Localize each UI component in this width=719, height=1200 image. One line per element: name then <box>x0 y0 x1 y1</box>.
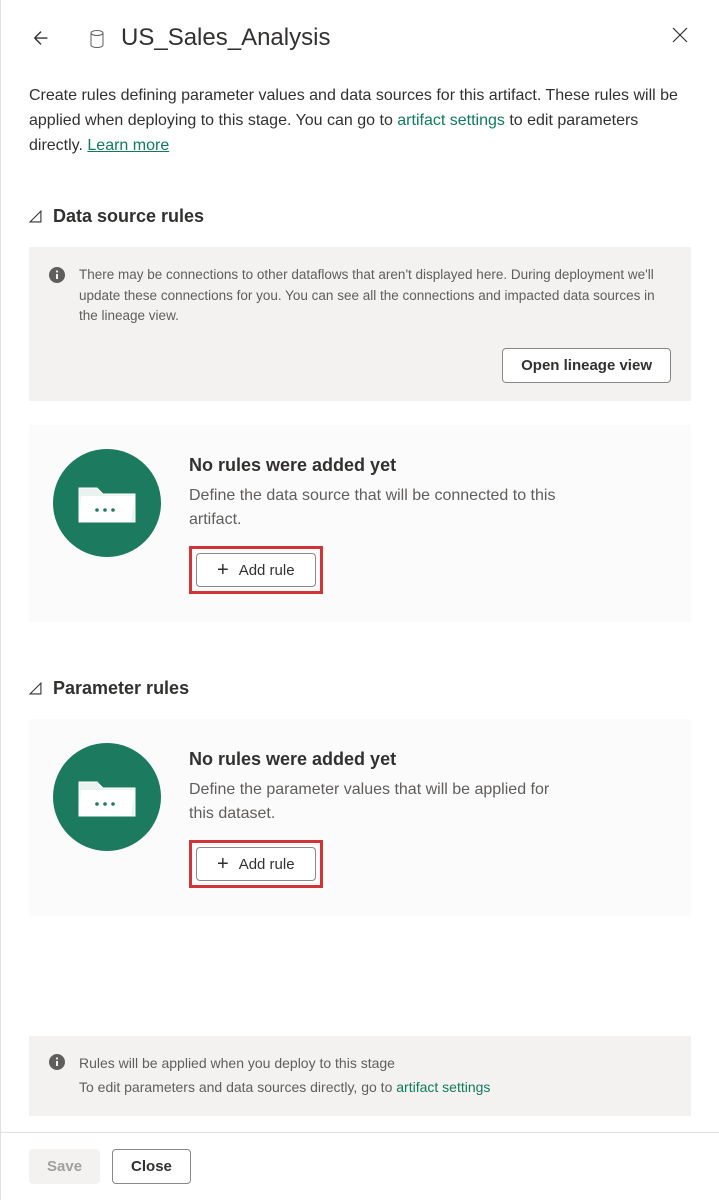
empty-state-description: Define the data source that will be conn… <box>189 484 569 532</box>
footer-info-box: Rules will be applied when you deploy to… <box>29 1036 691 1116</box>
data-source-empty-state: No rules were added yet Define the data … <box>29 425 691 622</box>
save-button[interactable]: Save <box>29 1149 100 1184</box>
section-title: Data source rules <box>53 206 204 227</box>
folder-icon <box>53 449 161 557</box>
bottom-action-bar: Save Close <box>1 1132 719 1200</box>
info-icon <box>49 1054 65 1070</box>
close-icon[interactable] <box>671 26 691 46</box>
artifact-settings-link-footer[interactable]: artifact settings <box>396 1079 490 1095</box>
back-arrow-icon[interactable] <box>29 26 53 50</box>
footer-info-line1: Rules will be applied when you deploy to… <box>79 1052 671 1076</box>
empty-state-description: Define the parameter values that will be… <box>189 778 569 826</box>
add-data-source-rule-button[interactable]: + Add rule <box>196 553 316 587</box>
section-title: Parameter rules <box>53 678 189 699</box>
data-source-rules-header[interactable]: Data source rules <box>29 206 691 227</box>
panel-header: US_Sales_Analysis <box>29 24 691 52</box>
learn-more-link[interactable]: Learn more <box>87 137 169 154</box>
panel-title: US_Sales_Analysis <box>121 24 330 52</box>
panel-description: Create rules defining parameter values a… <box>29 84 691 158</box>
parameter-empty-state: No rules were added yet Define the param… <box>29 719 691 916</box>
plus-icon: + <box>217 854 229 874</box>
add-rule-highlight: + Add rule <box>189 840 323 888</box>
artifact-settings-link[interactable]: artifact settings <box>397 112 505 129</box>
add-parameter-rule-button[interactable]: + Add rule <box>196 847 316 881</box>
parameter-rules-header[interactable]: Parameter rules <box>29 678 691 699</box>
info-text: There may be connections to other datafl… <box>79 265 671 326</box>
collapse-icon <box>29 682 43 696</box>
data-source-info-box: There may be connections to other datafl… <box>29 247 691 401</box>
open-lineage-view-button[interactable]: Open lineage view <box>502 348 671 383</box>
empty-state-title: No rules were added yet <box>189 455 569 476</box>
footer-info-line2: To edit parameters and data sources dire… <box>79 1076 671 1100</box>
close-button[interactable]: Close <box>112 1149 191 1184</box>
add-rule-highlight: + Add rule <box>189 546 323 594</box>
info-icon <box>49 267 65 283</box>
collapse-icon <box>29 210 43 224</box>
empty-state-title: No rules were added yet <box>189 749 569 770</box>
folder-icon <box>53 743 161 851</box>
plus-icon: + <box>217 560 229 580</box>
database-icon <box>89 30 105 46</box>
